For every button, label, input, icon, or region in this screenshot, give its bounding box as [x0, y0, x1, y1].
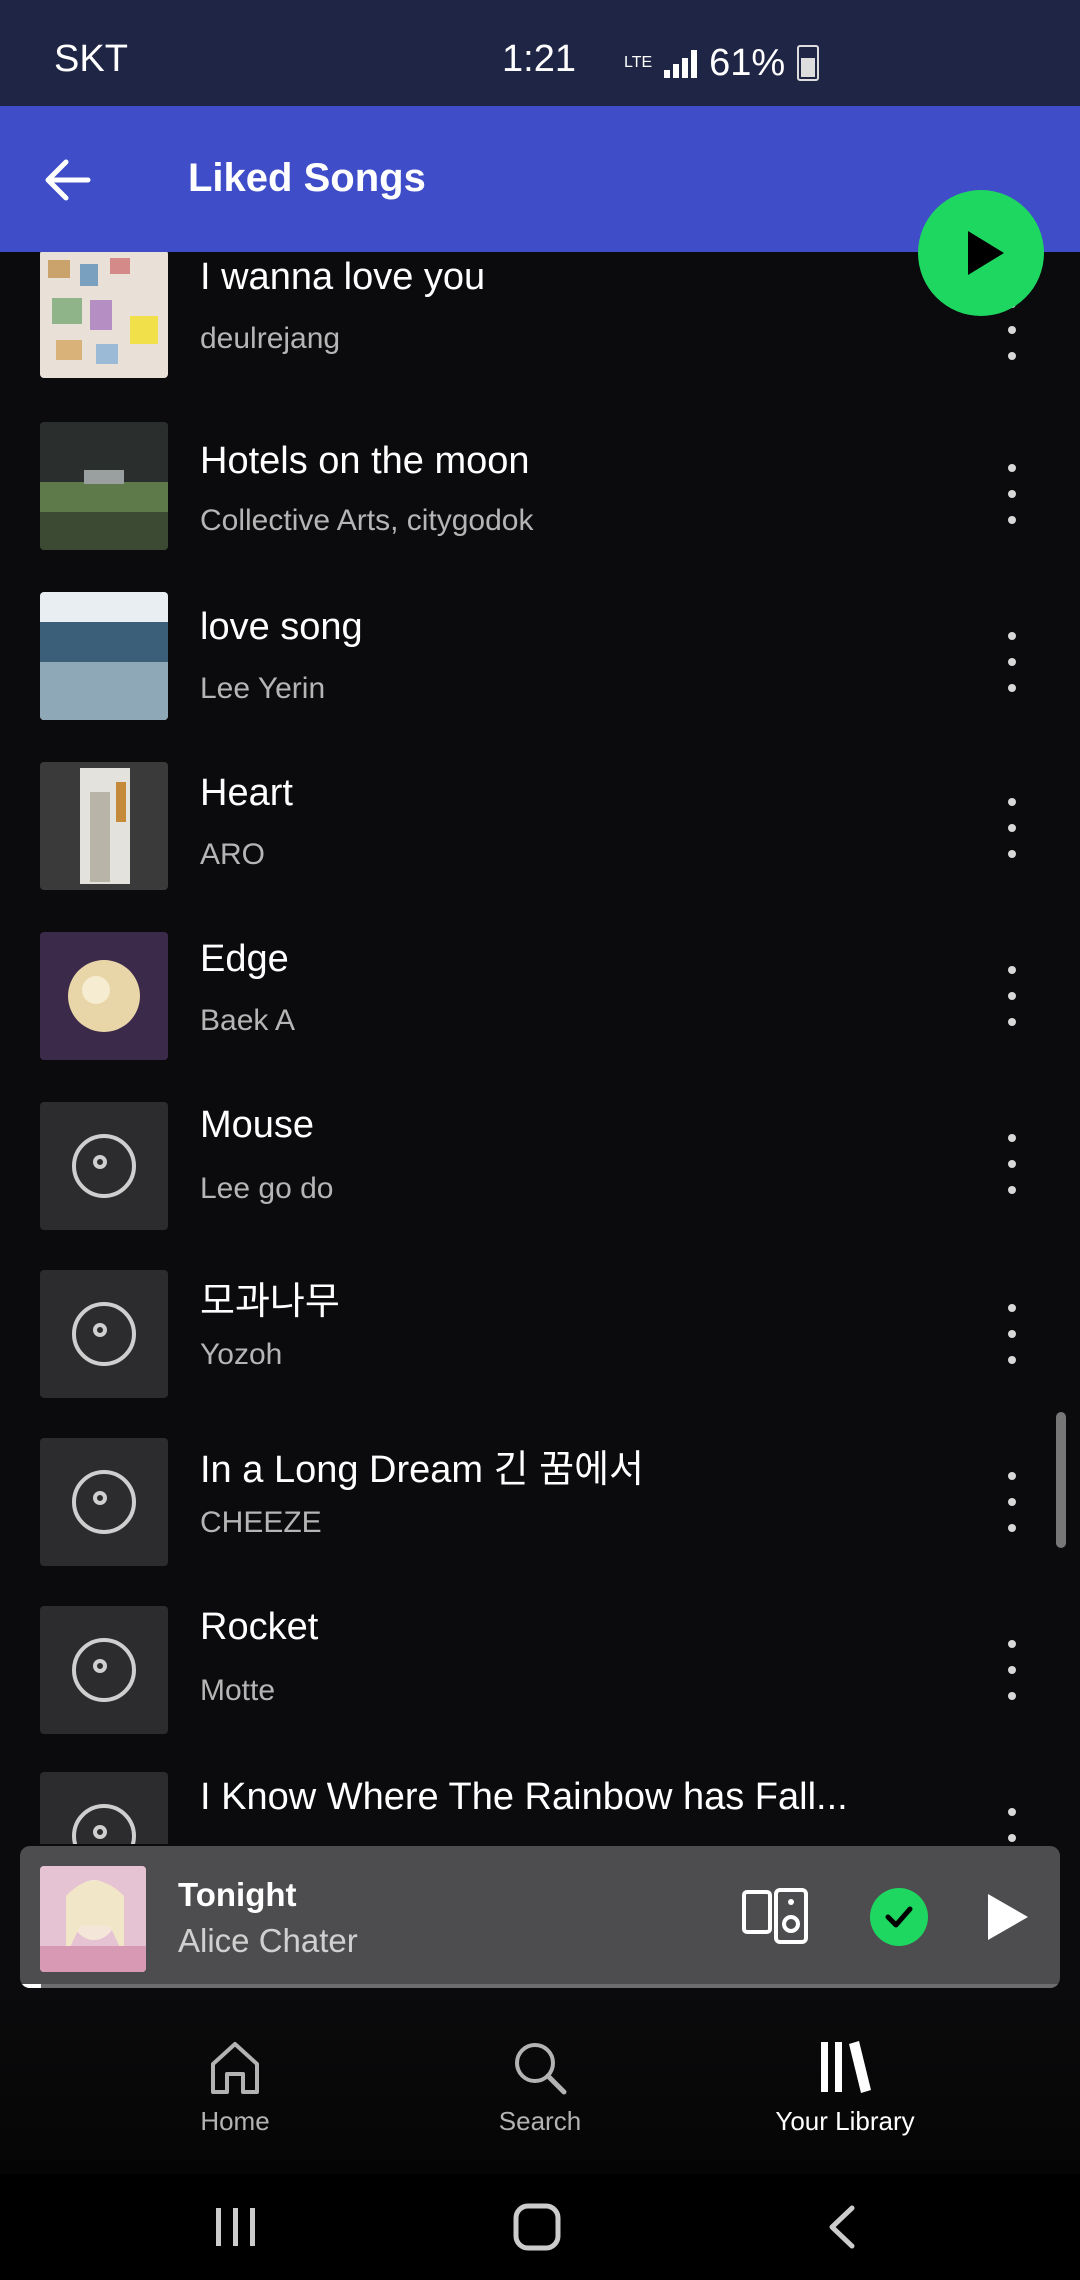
song-artist: Lee go do	[200, 1172, 334, 1205]
more-options-icon[interactable]	[1000, 966, 1024, 1026]
list-item[interactable]: Mouse Lee go do	[0, 1102, 1080, 1272]
list-item[interactable]: Heart ARO	[0, 762, 1080, 932]
bottom-navigation: Home Search Your Library	[0, 1988, 1080, 2174]
disc-icon	[72, 1302, 136, 1366]
disc-icon	[72, 1470, 136, 1534]
list-item[interactable]: 모과나무 Yozoh	[0, 1270, 1080, 1440]
song-artist: Yozoh	[200, 1338, 283, 1371]
back-button-icon[interactable]	[822, 2204, 862, 2250]
song-artist: ARO	[200, 838, 266, 871]
song-title: I wanna love you	[200, 256, 486, 298]
more-options-icon[interactable]	[1000, 464, 1024, 524]
home-button-icon[interactable]	[512, 2202, 562, 2252]
mini-player[interactable]: Tonight Alice Chater	[20, 1846, 1060, 1988]
list-item[interactable]: Hotels on the moon Collective Arts, city…	[0, 422, 1080, 592]
now-playing-title: Tonight	[178, 1876, 297, 1913]
song-artist: CHEEZE	[200, 1506, 322, 1539]
song-title: Heart	[200, 772, 293, 814]
album-art	[40, 252, 168, 378]
battery-icon	[797, 45, 820, 81]
list-item[interactable]: In a Long Dream 긴 꿈에서 CHEEZE	[0, 1438, 1080, 1608]
nav-home-label: Home	[200, 2106, 270, 2136]
nav-library[interactable]: Your Library	[745, 2038, 945, 2137]
back-arrow-icon[interactable]	[38, 150, 98, 210]
song-title: Edge	[200, 938, 289, 980]
list-item[interactable]: love song Lee Yerin	[0, 592, 1080, 762]
clock: 1:21	[502, 38, 576, 80]
song-artist: Baek A	[200, 1004, 296, 1037]
play-icon	[968, 231, 1004, 275]
song-title: 모과나무	[200, 1281, 340, 1323]
list-item[interactable]: Rocket Motte	[0, 1606, 1080, 1776]
disc-icon	[72, 1638, 136, 1702]
song-title: love song	[200, 606, 363, 648]
status-indicators: LTE 61%	[624, 38, 820, 88]
song-artist: deulrejang	[200, 322, 341, 355]
song-title: In a Long Dream 긴 꿈에서	[200, 1449, 645, 1491]
signal-icon	[664, 48, 698, 78]
battery-percent: 61%	[709, 41, 786, 84]
more-options-icon[interactable]	[1000, 798, 1024, 858]
song-artist: Collective Arts, citygodok	[200, 504, 534, 537]
nav-home[interactable]: Home	[135, 2038, 335, 2137]
now-playing-artist: Alice Chater	[178, 1922, 358, 1959]
more-options-icon[interactable]	[1000, 1134, 1024, 1194]
song-list[interactable]: I wanna love you deulrejang Hotels on th…	[0, 252, 1080, 1844]
more-options-icon[interactable]	[1000, 1304, 1024, 1364]
album-art-placeholder	[40, 1438, 168, 1566]
list-item[interactable]: I Know Where The Rainbow has Fall...	[0, 1772, 1080, 1844]
page-title: Liked Songs	[188, 156, 426, 200]
shuffle-play-button[interactable]	[918, 190, 1044, 316]
album-art	[40, 762, 168, 890]
more-options-icon[interactable]	[1000, 1472, 1024, 1532]
album-art-placeholder	[40, 1102, 168, 1230]
lte-icon: LTE	[624, 54, 653, 71]
nav-search-label: Search	[498, 2106, 582, 2136]
more-options-icon[interactable]	[1000, 1640, 1024, 1700]
album-art-placeholder	[40, 1772, 168, 1844]
album-art	[40, 592, 168, 720]
carrier-label: SKT	[54, 38, 128, 80]
nav-search[interactable]: Search	[440, 2038, 640, 2137]
album-art	[40, 422, 168, 550]
album-art-placeholder	[40, 1270, 168, 1398]
system-navigation-bar	[0, 2174, 1080, 2280]
library-icon	[821, 2041, 871, 2093]
song-title: Mouse	[200, 1104, 315, 1146]
nav-library-label: Your Library	[775, 2106, 915, 2136]
play-icon[interactable]	[982, 1890, 1032, 1944]
song-artist: Motte	[200, 1674, 276, 1707]
app-header: Liked Songs	[0, 106, 1080, 252]
album-art-placeholder	[40, 1606, 168, 1734]
song-title: Hotels on the moon	[200, 440, 530, 482]
list-item[interactable]: I wanna love you deulrejang	[0, 252, 1080, 422]
scrollbar-thumb[interactable]	[1056, 1412, 1066, 1548]
liked-check-icon[interactable]	[870, 1888, 928, 1946]
recent-apps-icon[interactable]	[212, 2204, 260, 2250]
song-title: I Know Where The Rainbow has Fall...	[200, 1776, 848, 1818]
song-artist: Lee Yerin	[200, 672, 326, 705]
disc-icon	[72, 1804, 136, 1844]
list-item[interactable]: Edge Baek A	[0, 932, 1080, 1102]
song-title: Rocket	[200, 1606, 319, 1648]
disc-icon	[72, 1134, 136, 1198]
album-art	[40, 932, 168, 1060]
connect-device-icon[interactable]	[742, 1886, 808, 1946]
home-icon	[211, 2042, 259, 2094]
search-icon	[515, 2043, 567, 2095]
more-options-icon[interactable]	[1000, 1808, 1024, 1844]
more-options-icon[interactable]	[1000, 632, 1024, 692]
now-playing-album-art	[40, 1866, 146, 1972]
